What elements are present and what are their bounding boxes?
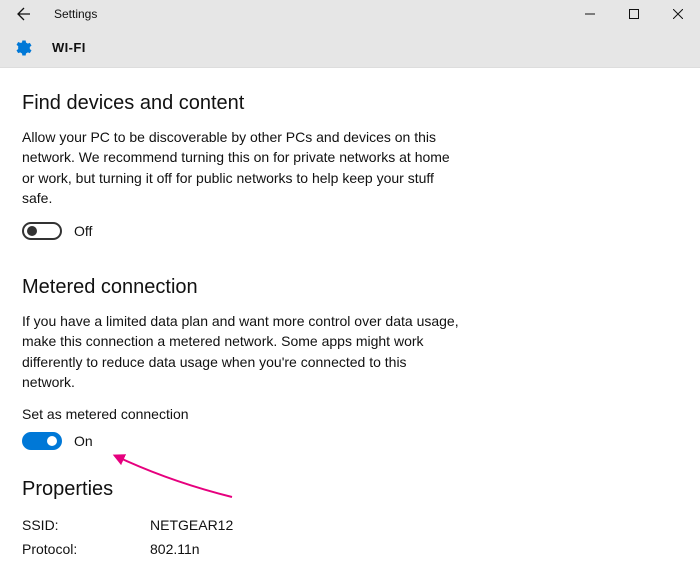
- toggle-knob-icon: [47, 436, 57, 446]
- property-row: SSID: NETGEAR12: [22, 517, 678, 533]
- find-devices-desc: Allow your PC to be discoverable by othe…: [22, 127, 462, 208]
- property-row: Protocol: 802.11n: [22, 541, 678, 557]
- metered-sub-label: Set as metered connection: [22, 406, 678, 422]
- window-title: Settings: [54, 7, 97, 21]
- find-devices-toggle-row: Off: [22, 222, 678, 240]
- maximize-icon: [629, 9, 639, 19]
- window-controls: [568, 0, 700, 28]
- property-key: Protocol:: [22, 541, 150, 557]
- metered-toggle[interactable]: [22, 432, 62, 450]
- property-value: 802.11n: [150, 541, 200, 557]
- close-button[interactable]: [656, 0, 700, 28]
- property-value: NETGEAR12: [150, 517, 233, 533]
- property-key: SSID:: [22, 517, 150, 533]
- page-header: WI-FI: [0, 28, 700, 68]
- minimize-button[interactable]: [568, 0, 612, 28]
- page-title: WI-FI: [52, 40, 86, 55]
- window-titlebar: Settings: [0, 0, 700, 28]
- properties-heading: Properties: [22, 478, 678, 501]
- find-devices-toggle-label: Off: [74, 223, 92, 239]
- back-button[interactable]: [12, 2, 36, 26]
- metered-toggle-row: On: [22, 432, 678, 450]
- find-devices-heading: Find devices and content: [22, 92, 678, 115]
- metered-toggle-label: On: [74, 433, 93, 449]
- metered-desc: If you have a limited data plan and want…: [22, 311, 462, 392]
- back-arrow-icon: [16, 6, 32, 22]
- toggle-knob-icon: [27, 226, 37, 236]
- find-devices-toggle[interactable]: [22, 222, 62, 240]
- maximize-button[interactable]: [612, 0, 656, 28]
- metered-heading: Metered connection: [22, 276, 678, 299]
- minimize-icon: [585, 9, 595, 19]
- content-area: Find devices and content Allow your PC t…: [0, 68, 700, 557]
- close-icon: [673, 9, 683, 19]
- gear-icon: [12, 38, 32, 58]
